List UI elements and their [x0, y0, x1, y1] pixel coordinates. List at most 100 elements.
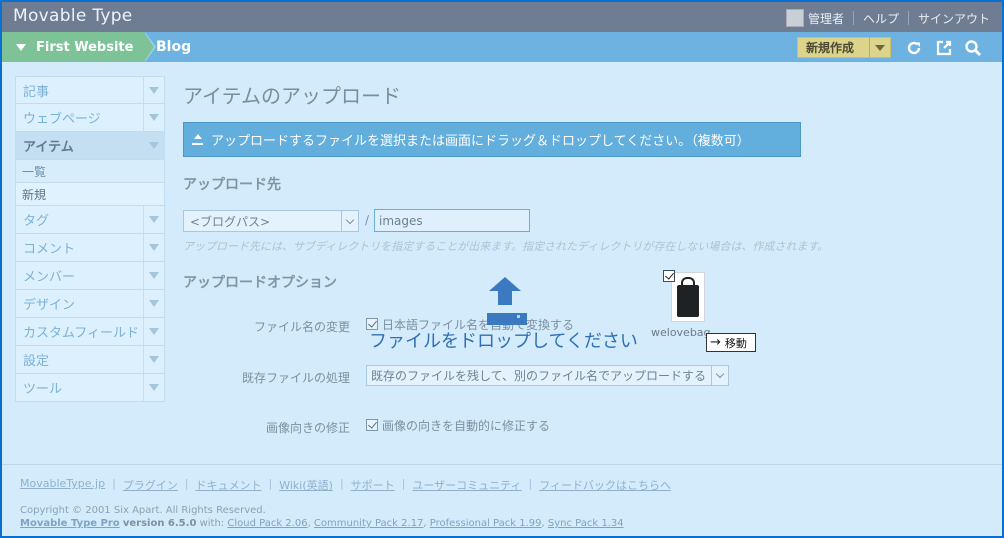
with-text: with: — [199, 518, 225, 529]
move-tooltip-text: 移動 — [724, 336, 747, 350]
chevron-down-icon — [341, 211, 358, 231]
sidebar-item-label: ウェブページ — [23, 112, 101, 127]
orientation-option-text: 画像の向きを自動的に修正する — [382, 419, 551, 433]
top-header: Movable Type 管理者 ヘルプ サインアウト — [2, 2, 1002, 32]
orientation-label: 画像向きの修正 — [265, 421, 350, 435]
drop-upload-icon — [487, 277, 529, 327]
sidebar-item-label: カスタムフィールド — [23, 326, 139, 341]
community-pack-link[interactable]: Community Pack 2.17 — [314, 518, 424, 529]
new-entry-button[interactable]: 新規作成 — [797, 37, 891, 58]
sidebar-item-label: 設定 — [23, 354, 50, 369]
chevron-down-icon[interactable] — [143, 206, 164, 233]
sidebar-item-label: コメント — [23, 242, 76, 257]
professional-pack-link[interactable]: Professional Pack 1.99 — [430, 518, 542, 529]
chevron-down-icon[interactable] — [143, 262, 164, 289]
sidebar-item-entries[interactable]: 記事 — [15, 76, 165, 104]
site-nav-bar: First Website Blog 新規作成 — [2, 32, 1002, 62]
footer-link-plugins[interactable]: プラグイン — [123, 477, 178, 493]
sidebar-item-label: 記事 — [23, 84, 50, 100]
duplicate-handling-select[interactable]: 既存のファイルを残して、別のファイル名でアップロードする — [366, 365, 729, 386]
sidebar-subitem-list[interactable]: 一覧 — [15, 160, 165, 183]
bag-image — [677, 285, 699, 317]
version-text: version 6.5.0 — [122, 518, 197, 529]
drop-overlay-text: ファイルをドロップしてください — [369, 331, 638, 352]
chevron-down-icon[interactable] — [143, 374, 164, 401]
triangle-down-icon — [16, 43, 26, 51]
rename-label: ファイル名の変更 — [253, 320, 350, 334]
sidebar-item-assets[interactable]: アイテム — [15, 132, 165, 160]
triangle-down-icon — [875, 44, 886, 51]
blog-path-select[interactable]: <ブログパス> — [183, 210, 359, 232]
footer-link-mtjp[interactable]: MovableType.jp — [20, 477, 105, 493]
user-menu: 管理者 ヘルプ サインアウト — [785, 9, 990, 27]
duplicate-label: 既存ファイルの処理 — [241, 371, 350, 385]
upload-dropzone-button[interactable]: アップロードするファイルを選択または画面にドラッグ＆ドロップしてください。（複数… — [183, 122, 801, 157]
main-area: 記事 ウェブページ アイテム 一覧 新規 タグ コメント メンバー デザイン カ… — [2, 62, 1002, 536]
footer-link-docs[interactable]: ドキュメント — [196, 477, 262, 493]
divider — [907, 11, 909, 25]
footer-link-community[interactable]: ユーザーコミュニティ — [412, 477, 521, 493]
divider — [852, 11, 854, 25]
file-thumbnail — [671, 272, 705, 322]
sidebar-item-settings[interactable]: 設定 — [15, 346, 165, 374]
destination-heading: アップロード先 — [183, 177, 281, 193]
refresh-icon[interactable] — [905, 39, 923, 57]
new-entry-dropdown[interactable] — [869, 38, 890, 57]
sidebar-item-label: アイテム — [23, 140, 74, 155]
sidebar-subitem-new[interactable]: 新規 — [15, 183, 165, 206]
avatar[interactable] — [785, 9, 804, 27]
sync-pack-link[interactable]: Sync Pack 1.34 — [548, 518, 624, 529]
site-switcher[interactable]: First Website — [2, 32, 156, 62]
external-link-icon[interactable] — [935, 39, 953, 57]
app-window: Movable Type 管理者 ヘルプ サインアウト First Websit… — [2, 2, 1002, 536]
search-icon[interactable] — [964, 39, 982, 57]
help-link[interactable]: ヘルプ — [863, 10, 899, 27]
user-name-link[interactable]: 管理者 — [808, 10, 844, 27]
chevron-down-icon[interactable] — [143, 132, 164, 159]
site-name: First Website — [36, 39, 134, 55]
version-info: Movable Type Pro version 6.5.0 with: Clo… — [20, 518, 624, 529]
sidebar-item-custom-fields[interactable]: カスタムフィールド — [15, 318, 165, 346]
blog-breadcrumb[interactable]: Blog — [156, 39, 191, 55]
chevron-down-icon — [711, 366, 728, 385]
upload-icon — [192, 134, 203, 145]
sidebar-menu: 記事 ウェブページ アイテム 一覧 新規 タグ コメント メンバー デザイン カ… — [15, 76, 165, 402]
path-separator: / — [365, 213, 370, 227]
orientation-checkbox[interactable] — [366, 419, 378, 431]
sidebar-item-members[interactable]: メンバー — [15, 262, 165, 290]
move-tooltip: → 移動 — [706, 333, 756, 352]
file-select-checkbox — [663, 270, 675, 282]
cloud-pack-link[interactable]: Cloud Pack 2.06 — [227, 518, 307, 529]
sidebar-item-pages[interactable]: ウェブページ — [15, 104, 165, 132]
footer-link-support[interactable]: サポート — [351, 477, 395, 493]
arrow-right-icon: → — [710, 335, 721, 350]
chevron-down-icon[interactable] — [143, 346, 164, 373]
footer-links: MovableType.jp | プラグイン | ドキュメント | Wiki(英語) |… — [20, 477, 671, 493]
chevron-down-icon[interactable] — [143, 77, 164, 103]
sidebar-item-label: メンバー — [23, 270, 76, 285]
footer: MovableType.jp | プラグイン | ドキュメント | Wiki(英語) |… — [2, 464, 1002, 536]
chevron-down-icon[interactable] — [143, 104, 164, 131]
dropzone-text: アップロードするファイルを選択または画面にドラッグ＆ドロップしてください。（複数… — [211, 134, 750, 149]
chevron-down-icon[interactable] — [143, 234, 164, 261]
orientation-option[interactable]: 画像の向きを自動的に修正する — [366, 417, 550, 434]
subdirectory-input[interactable] — [374, 209, 530, 232]
destination-hint: アップロード先には、サブディレクトリを指定することが出来ます。指定されたディレク… — [183, 240, 829, 253]
footer-link-wiki[interactable]: Wiki(英語) — [279, 477, 333, 493]
footer-link-feedback[interactable]: フィードバックはこちらへ — [539, 477, 671, 493]
sidebar-item-label: ツール — [23, 382, 63, 397]
copyright: Copyright © 2001 Six Apart. All Rights R… — [20, 505, 266, 516]
sidebar-item-tags[interactable]: タグ — [15, 206, 165, 234]
sidebar-item-design[interactable]: デザイン — [15, 290, 165, 318]
product-link[interactable]: Movable Type Pro — [20, 518, 120, 529]
chevron-down-icon[interactable] — [143, 290, 164, 317]
app-logo[interactable]: Movable Type — [13, 6, 133, 26]
signout-link[interactable]: サインアウト — [918, 10, 990, 27]
sidebar-item-tools[interactable]: ツール — [15, 374, 165, 402]
sidebar-item-label: デザイン — [23, 298, 76, 313]
chevron-down-icon[interactable] — [143, 318, 164, 345]
page-title: アイテムのアップロード — [183, 84, 401, 108]
sidebar-item-comments[interactable]: コメント — [15, 234, 165, 262]
duplicate-handling-value: 既存のファイルを残して、別のファイル名でアップロードする — [371, 369, 707, 383]
new-entry-label: 新規作成 — [806, 41, 855, 55]
